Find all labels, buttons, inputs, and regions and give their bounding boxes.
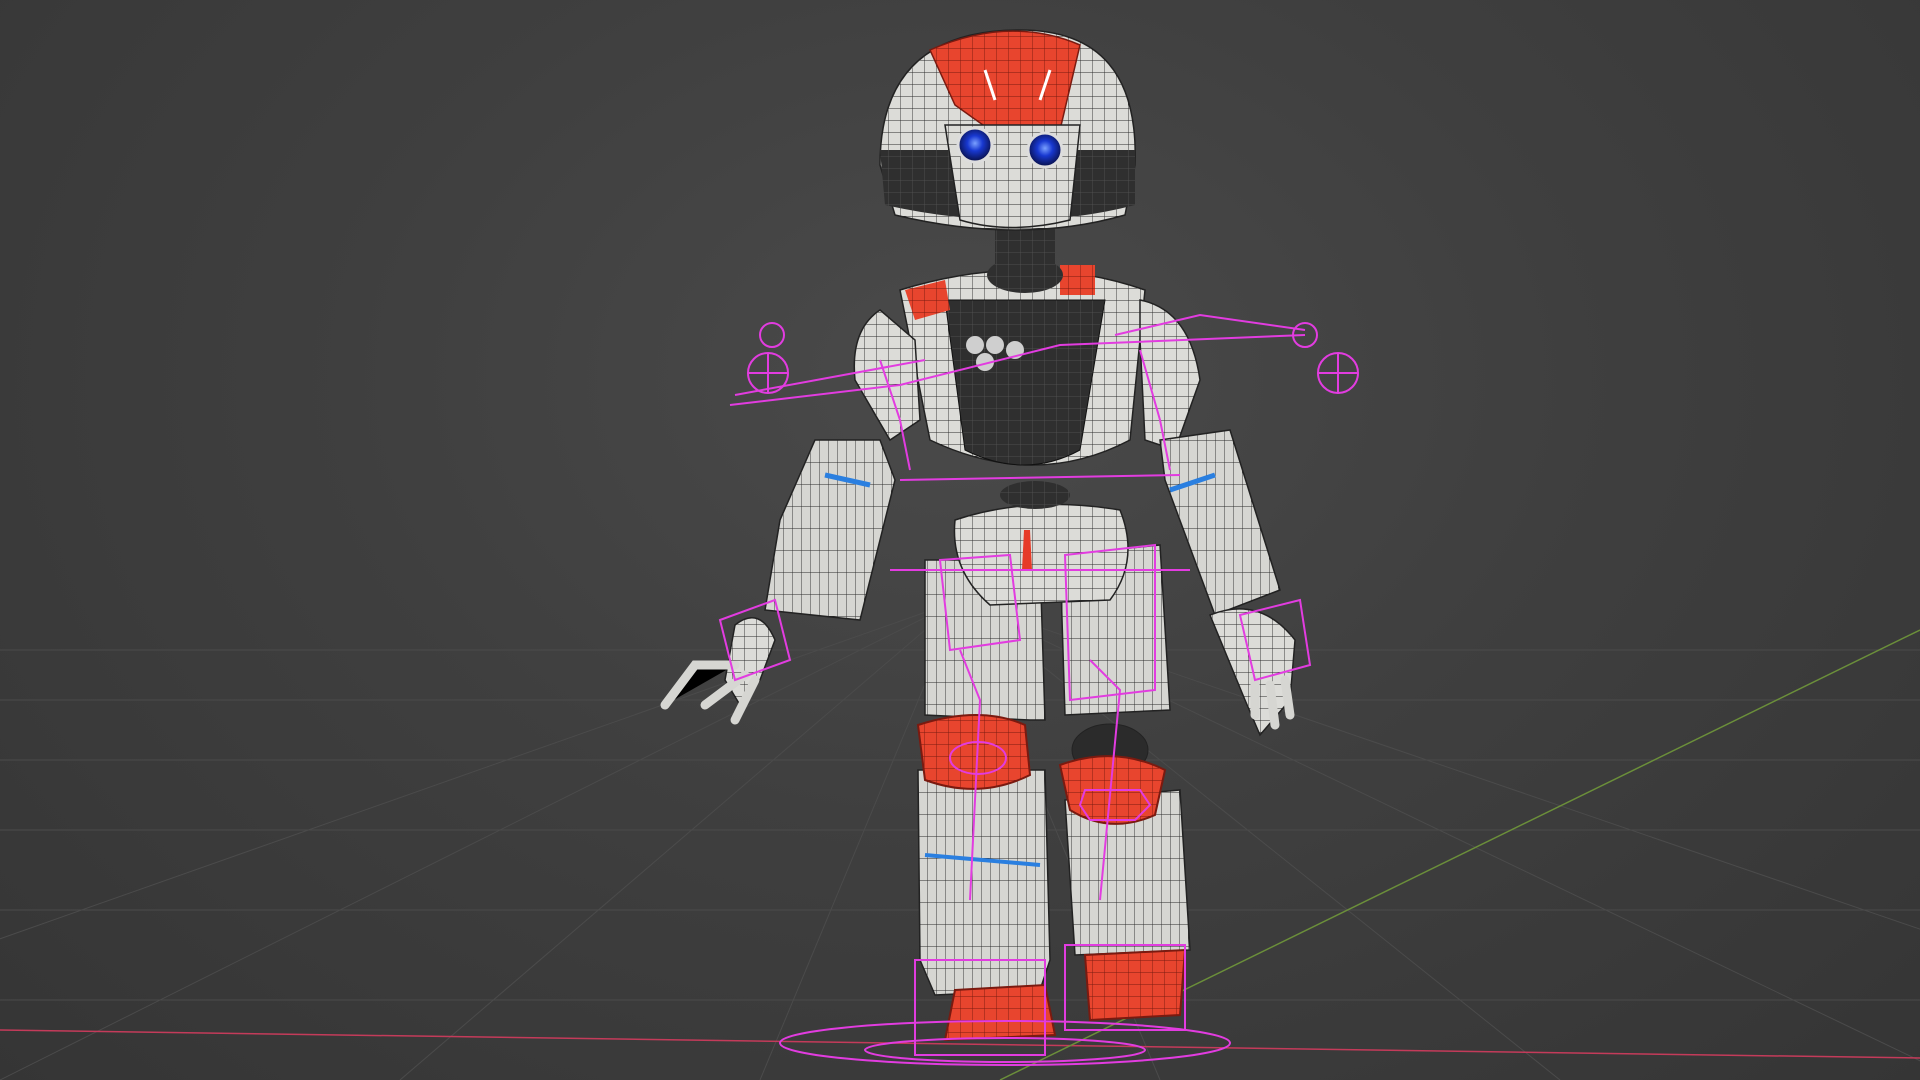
3d-viewport[interactable] [0,0,1920,1080]
viewport-scene[interactable] [0,0,1920,1080]
torso[interactable] [899,257,1146,466]
right-eye [1026,131,1064,169]
pelvis[interactable] [953,481,1129,606]
ik-target-left-shoulder [759,322,785,348]
robot-head[interactable] [879,29,1136,231]
left-arm[interactable] [764,309,921,621]
left-leg[interactable] [916,559,1057,1042]
left-eye [956,126,994,164]
right-leg[interactable] [1058,544,1191,1022]
neck [995,225,1055,270]
left-hand[interactable] [660,616,776,725]
